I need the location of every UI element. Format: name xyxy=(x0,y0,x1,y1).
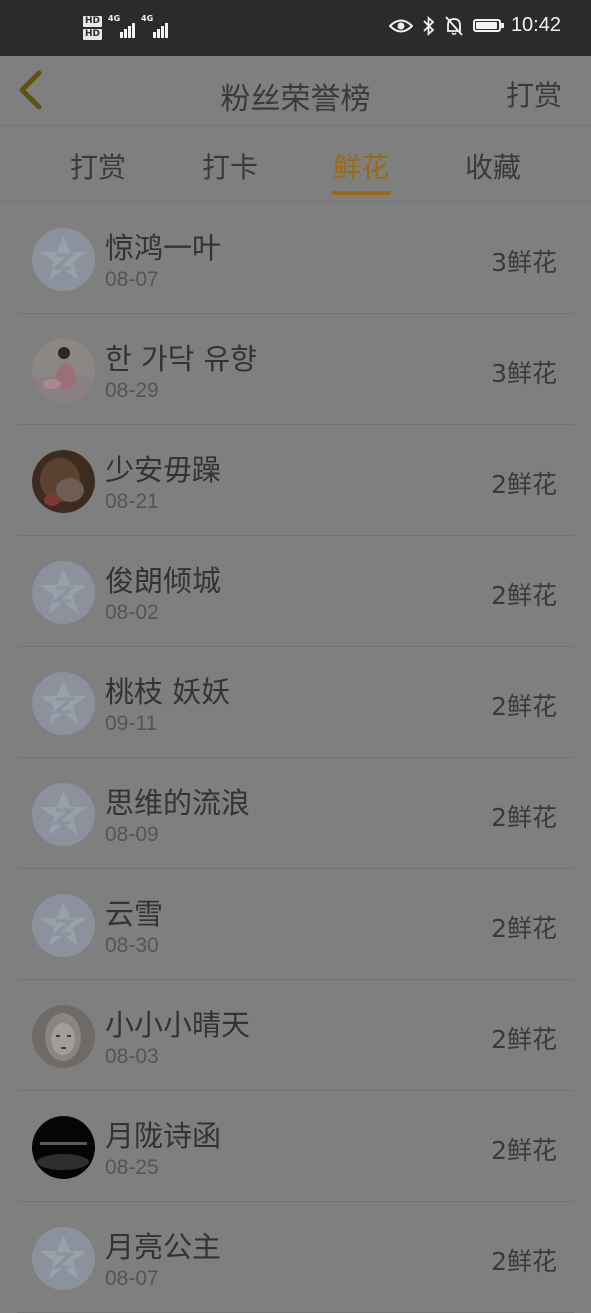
hd-badges: HD HD xyxy=(83,16,103,40)
tab-check-in[interactable]: 打卡 xyxy=(190,146,270,186)
list-item[interactable]: 少安毋躁 08-21 2鲜花 xyxy=(17,425,574,536)
fan-date: 08-07 xyxy=(105,268,159,291)
user-avatar xyxy=(32,339,95,402)
status-icons: 10:42 xyxy=(388,14,561,37)
fan-date: 08-30 xyxy=(105,934,159,957)
fan-name: 思维的流浪 xyxy=(105,786,251,820)
fan-name: 俊朗倾城 xyxy=(105,564,222,598)
reward-button[interactable]: 打赏 xyxy=(506,74,562,114)
top-navigation-bar: 粉丝荣誉榜 打赏 xyxy=(0,56,591,126)
fan-date: 09-11 xyxy=(105,712,158,735)
list-item[interactable]: 桃枝 妖妖 09-11 2鲜花 xyxy=(17,647,574,758)
network-indicators: HD HD 4G 4G xyxy=(83,14,169,40)
list-item[interactable]: 한 가닥 유향 08-29 3鲜花 xyxy=(17,314,574,425)
fan-date: 08-25 xyxy=(105,1156,159,1179)
list-item[interactable]: 月陇诗函 08-25 2鲜花 xyxy=(17,1091,574,1202)
hd-badge: HD xyxy=(83,16,103,27)
clock: 10:42 xyxy=(510,14,561,36)
flower-count: 3鲜花 xyxy=(491,248,557,277)
fan-name: 少安毋躁 xyxy=(105,453,222,487)
tab-reward[interactable]: 打赏 xyxy=(58,146,138,186)
user-avatar xyxy=(32,1116,95,1179)
list-item[interactable]: 月亮公主 08-07 2鲜花 xyxy=(17,1202,574,1313)
default-avatar-icon xyxy=(32,894,95,957)
signal-icon: 4G xyxy=(141,14,169,38)
active-tab-indicator xyxy=(331,191,391,195)
fan-name: 惊鸿一叶 xyxy=(105,231,222,265)
default-avatar-icon xyxy=(32,672,95,735)
hd-badge: HD xyxy=(83,29,103,40)
fan-name: 月亮公主 xyxy=(105,1230,222,1264)
battery-icon xyxy=(472,19,504,32)
signal-icon: 4G xyxy=(108,14,136,38)
default-avatar-icon xyxy=(32,783,95,846)
flower-count: 2鲜花 xyxy=(491,1136,557,1165)
ranking-tabs: 打赏 打卡 鲜花 收藏 xyxy=(0,126,591,202)
eye-icon xyxy=(388,19,413,32)
flower-count: 2鲜花 xyxy=(491,1247,557,1276)
fan-name: 桃枝 妖妖 xyxy=(105,675,231,709)
flower-count: 3鲜花 xyxy=(491,359,557,388)
network-type-label: 4G xyxy=(141,14,154,23)
flower-count: 2鲜花 xyxy=(491,470,557,499)
fan-date: 08-29 xyxy=(105,379,159,402)
fan-ranking-list: 惊鸿一叶 08-07 3鲜花 한 가닥 유향 08-29 3鲜花 少安毋躁 08… xyxy=(0,203,591,1313)
tab-favorites[interactable]: 收藏 xyxy=(453,146,533,186)
fan-name: 月陇诗函 xyxy=(105,1119,222,1153)
fan-date: 08-03 xyxy=(105,1045,159,1068)
user-avatar xyxy=(32,450,95,513)
user-avatar xyxy=(32,1005,95,1068)
list-item[interactable]: 惊鸿一叶 08-07 3鲜花 xyxy=(17,203,574,314)
flower-count: 2鲜花 xyxy=(491,914,557,943)
default-avatar-icon xyxy=(32,228,95,291)
bell-off-icon xyxy=(445,15,463,36)
tab-flowers[interactable]: 鲜花 xyxy=(321,146,401,186)
page-title: 粉丝荣誉榜 xyxy=(220,82,371,117)
fan-date: 08-02 xyxy=(105,601,159,624)
fan-name: 云雪 xyxy=(105,897,164,931)
list-item[interactable]: 俊朗倾城 08-02 2鲜花 xyxy=(17,536,574,647)
bluetooth-icon xyxy=(423,15,435,36)
default-avatar-icon xyxy=(32,561,95,624)
fan-name: 小小小晴天 xyxy=(105,1008,251,1042)
list-item[interactable]: 思维的流浪 08-09 2鲜花 xyxy=(17,758,574,869)
network-type-label: 4G xyxy=(108,14,121,23)
default-avatar-icon xyxy=(32,1227,95,1290)
fan-date: 08-07 xyxy=(105,1267,159,1290)
list-item[interactable]: 云雪 08-30 2鲜花 xyxy=(17,869,574,980)
flower-count: 2鲜花 xyxy=(491,581,557,610)
list-item[interactable]: 小小小晴天 08-03 2鲜花 xyxy=(17,980,574,1091)
fan-name: 한 가닥 유향 xyxy=(105,342,257,376)
flower-count: 2鲜花 xyxy=(491,692,557,721)
status-bar: HD HD 4G 4G 10:42 xyxy=(0,0,591,56)
fan-date: 08-09 xyxy=(105,823,159,846)
flower-count: 2鲜花 xyxy=(491,1025,557,1054)
fan-date: 08-21 xyxy=(105,490,159,513)
flower-count: 2鲜花 xyxy=(491,803,557,832)
